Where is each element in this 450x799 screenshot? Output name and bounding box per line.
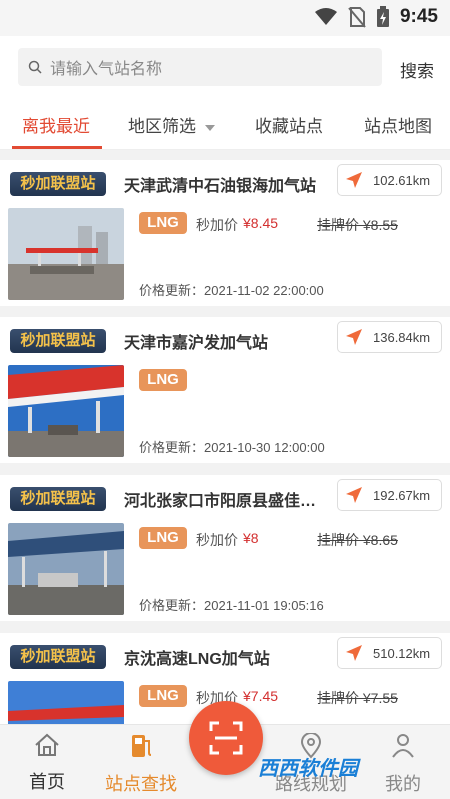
active-tab-indicator xyxy=(12,146,102,149)
home-icon xyxy=(35,733,59,756)
navigate-button[interactable]: 192.67km xyxy=(337,479,442,511)
watermark-logo: 西西软件园 xyxy=(258,758,358,780)
tab-nearest[interactable]: 离我最近 xyxy=(22,112,90,137)
status-bar: 9:45 xyxy=(0,0,450,36)
station-card[interactable]: 秒加联盟站 河北张家口市阳原县盛佳源... 192.67km LNG 秒加价 ¥… xyxy=(0,475,450,621)
distance: 192.67km xyxy=(373,487,431,503)
station-card[interactable]: 秒加联盟站 天津武清中石油银海加气站 102.61km LNG 秒加价 ¥8.4… xyxy=(0,160,450,306)
station-photo xyxy=(8,365,124,457)
search-placeholder: 请输入气站名称 xyxy=(50,61,163,78)
distance: 136.84km xyxy=(373,329,431,345)
tab-region-filter-label: 地区筛选 xyxy=(128,117,196,136)
fuel-type-tag: LNG xyxy=(139,527,187,549)
nav-home[interactable]: 首页 xyxy=(7,733,87,794)
distance: 510.12km xyxy=(373,645,431,661)
list-price: 挂牌价 ¥8.55 xyxy=(317,217,398,233)
station-photo xyxy=(8,523,124,615)
station-name: 河北张家口市阳原县盛佳源... xyxy=(124,493,320,510)
sec-price: ¥8 xyxy=(243,530,259,546)
tab-station-map[interactable]: 站点地图 xyxy=(364,112,432,137)
scan-button[interactable] xyxy=(189,701,263,775)
station-card[interactable]: 秒加联盟站 天津市嘉沪发加气站 136.84km LNG 价格更新：2021-1… xyxy=(0,317,450,463)
price-update-time: 价格更新：2021-10-30 12:00:00 xyxy=(139,440,325,455)
nav-station-search-label: 站点查找 xyxy=(105,774,177,794)
person-icon xyxy=(392,734,414,758)
nav-home-label: 首页 xyxy=(29,772,65,792)
tab-region-filter[interactable]: 地区筛选 xyxy=(128,112,215,137)
nav-station-search[interactable]: 站点查找 xyxy=(101,733,181,796)
station-name: 天津武清中石油银海加气站 xyxy=(124,178,317,195)
nav-profile-label: 我的 xyxy=(385,774,421,794)
alliance-badge: 秒加联盟站 xyxy=(10,645,106,669)
sec-price: ¥8.45 xyxy=(243,215,279,231)
scan-icon xyxy=(209,721,243,755)
clock: 9:45 xyxy=(399,6,438,27)
nav-profile[interactable]: 我的 xyxy=(363,733,443,796)
navigation-arrow-icon xyxy=(346,172,362,188)
station-name: 天津市嘉沪发加气站 xyxy=(124,335,269,352)
alliance-badge: 秒加联盟站 xyxy=(10,329,106,353)
station-photo xyxy=(8,208,124,300)
navigate-button[interactable]: 510.12km xyxy=(337,637,442,669)
list-price: 挂牌价 ¥8.65 xyxy=(317,532,398,548)
alliance-badge: 秒加联盟站 xyxy=(10,487,106,511)
navigation-arrow-icon xyxy=(346,645,362,661)
distance: 102.61km xyxy=(373,172,431,188)
caret-down-icon xyxy=(204,124,215,131)
alliance-badge: 秒加联盟站 xyxy=(10,172,106,196)
sec-price-label: 秒加价 xyxy=(196,217,238,233)
navigate-button[interactable]: 102.61km xyxy=(337,164,442,196)
gas-pump-icon xyxy=(132,735,152,757)
search-row: 请输入气站名称 搜索 xyxy=(0,36,450,98)
list-price: 挂牌价 ¥7.55 xyxy=(317,690,398,706)
station-name: 京沈高速LNG加气站 xyxy=(124,651,270,668)
no-sim-icon xyxy=(348,7,366,28)
sec-price: ¥7.45 xyxy=(243,688,279,704)
navigation-arrow-icon xyxy=(346,487,362,503)
search-input[interactable]: 请输入气站名称 xyxy=(18,48,382,86)
fuel-type-tag: LNG xyxy=(139,212,187,234)
sec-price-label: 秒加价 xyxy=(196,532,238,548)
battery-charging-icon xyxy=(376,6,389,27)
navigate-button[interactable]: 136.84km xyxy=(337,321,442,353)
tab-favorites[interactable]: 收藏站点 xyxy=(255,112,323,137)
status-icons: 9:45 xyxy=(314,6,438,28)
search-icon xyxy=(28,60,42,74)
navigation-arrow-icon xyxy=(346,329,362,345)
wifi-icon xyxy=(314,8,337,25)
price-update-time: 价格更新：2021-11-01 19:05:16 xyxy=(139,598,324,613)
tab-bar: 离我最近 地区筛选 收藏站点 站点地图 xyxy=(0,98,450,150)
fuel-type-tag: LNG xyxy=(139,369,187,391)
fuel-type-tag: LNG xyxy=(139,685,187,707)
price-update-time: 价格更新：2021-11-02 22:00:00 xyxy=(139,283,324,298)
search-button[interactable]: 搜索 xyxy=(400,57,434,82)
